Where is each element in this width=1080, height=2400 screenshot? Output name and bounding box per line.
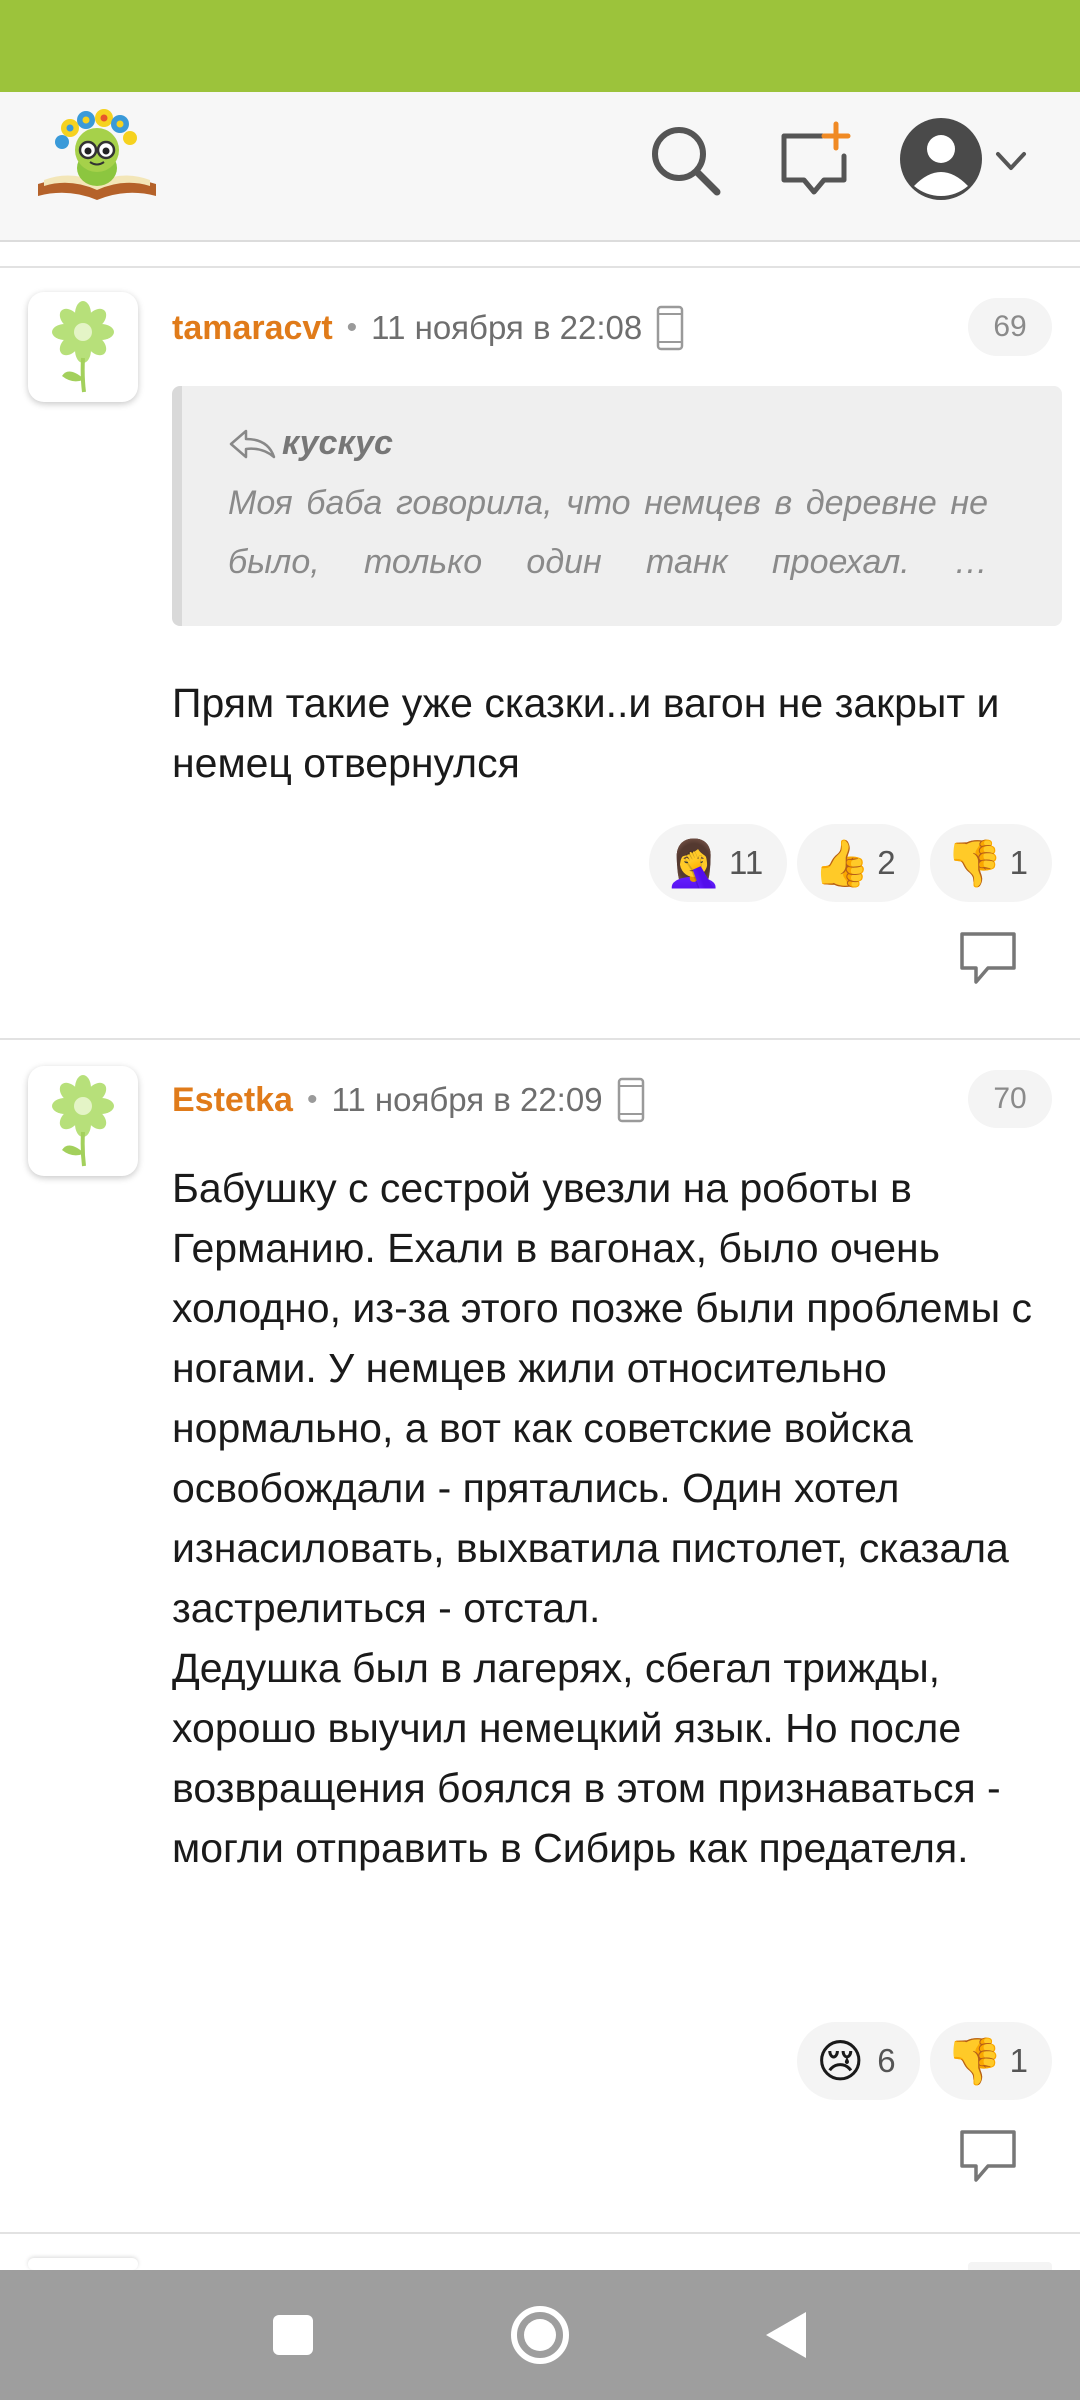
chevron-down-icon (996, 152, 1026, 170)
search-icon[interactable] (645, 120, 725, 200)
flower-avatar-icon (52, 301, 114, 393)
recent-apps-icon[interactable] (258, 2300, 328, 2370)
reaction-count: 1 (1009, 2042, 1028, 2079)
app-header (0, 92, 1080, 242)
reply-comment-icon[interactable] (958, 2128, 1018, 2184)
mobile-device-icon (657, 305, 684, 351)
comment-number-badge[interactable]: 69 (968, 298, 1052, 356)
quote-header: кускус (228, 424, 393, 463)
comment-author[interactable]: Estetka (172, 1081, 293, 1120)
thumbs-up-icon: 👍 (813, 837, 871, 889)
home-icon[interactable] (505, 2300, 575, 2370)
quote-author: кускус (282, 424, 393, 462)
comment-author[interactable]: tamaracvt (172, 309, 333, 348)
reaction-crying[interactable]: 😢 6 (797, 2022, 920, 2100)
reactions-bar: 🤦‍♀️ 11 👍 2 👎 1 (649, 824, 1052, 902)
thumbs-down-icon: 👎 (945, 2035, 1003, 2087)
user-avatar[interactable] (28, 292, 138, 402)
reaction-count: 1 (1009, 844, 1028, 881)
comment-meta: tamaracvt • 11 ноября в 22:08 (172, 305, 684, 351)
separator-dot: • (306, 1083, 318, 1116)
comment-item: Estetka • 11 ноября в 22:09 70 Бабушку с… (0, 1040, 1080, 2230)
comment-date: 11 ноября в 22:09 (331, 1081, 603, 1118)
bookworm-logo-icon[interactable] (34, 106, 160, 206)
thumbs-down-icon: 👎 (945, 837, 1003, 889)
comment-number-badge[interactable]: 70 (968, 1070, 1052, 1128)
comment-text: Прям такие уже сказки..и вагон не закрыт… (172, 680, 1000, 786)
facepalm-icon: 🤦‍♀️ (665, 837, 723, 889)
flower-avatar-icon (52, 1075, 114, 1167)
mobile-device-icon (617, 1077, 644, 1123)
comment-meta: Estetka • 11 ноября в 22:09 (172, 1077, 645, 1123)
crying-face-icon: 😢 (816, 2035, 865, 2087)
comment-text: Бабушку с сестрой увезли на роботы в Гер… (172, 1165, 1032, 1871)
back-icon[interactable] (752, 2300, 822, 2370)
quote-block[interactable]: кускус Моя баба говорила, что немцев в д… (172, 386, 1062, 626)
comment-number-badge (968, 2262, 1052, 2270)
avatar-icon (900, 118, 982, 200)
reaction-thumbs-up[interactable]: 👍 2 (797, 824, 920, 902)
reply-comment-icon[interactable] (958, 930, 1018, 986)
comment-item: tamaracvt • 11 ноября в 22:08 69 кускус … (0, 266, 1080, 1036)
status-bar (0, 0, 1080, 92)
profile-menu-button[interactable] (898, 116, 1038, 206)
reaction-thumbs-down[interactable]: 👎 1 (929, 824, 1052, 902)
add-post-icon[interactable] (774, 120, 854, 200)
reaction-count: 6 (877, 2042, 896, 2079)
user-avatar[interactable] (28, 2258, 138, 2270)
comment-date: 11 ноября в 22:08 (371, 309, 643, 346)
reply-arrow-icon (229, 429, 276, 458)
divider (0, 2232, 1080, 2234)
reaction-count: 11 (729, 844, 764, 881)
user-avatar[interactable] (28, 1066, 138, 1176)
system-navigation-bar (0, 2270, 1080, 2400)
separator-dot: • (346, 311, 358, 344)
reaction-count: 2 (877, 844, 896, 881)
quote-text: Моя баба говорила, что немцев в деревне … (228, 484, 988, 581)
reaction-thumbs-down[interactable]: 👎 1 (929, 2022, 1052, 2100)
reaction-facepalm[interactable]: 🤦‍♀️ 11 (649, 824, 788, 902)
reactions-bar: 😢 6 👎 1 (797, 2022, 1052, 2100)
